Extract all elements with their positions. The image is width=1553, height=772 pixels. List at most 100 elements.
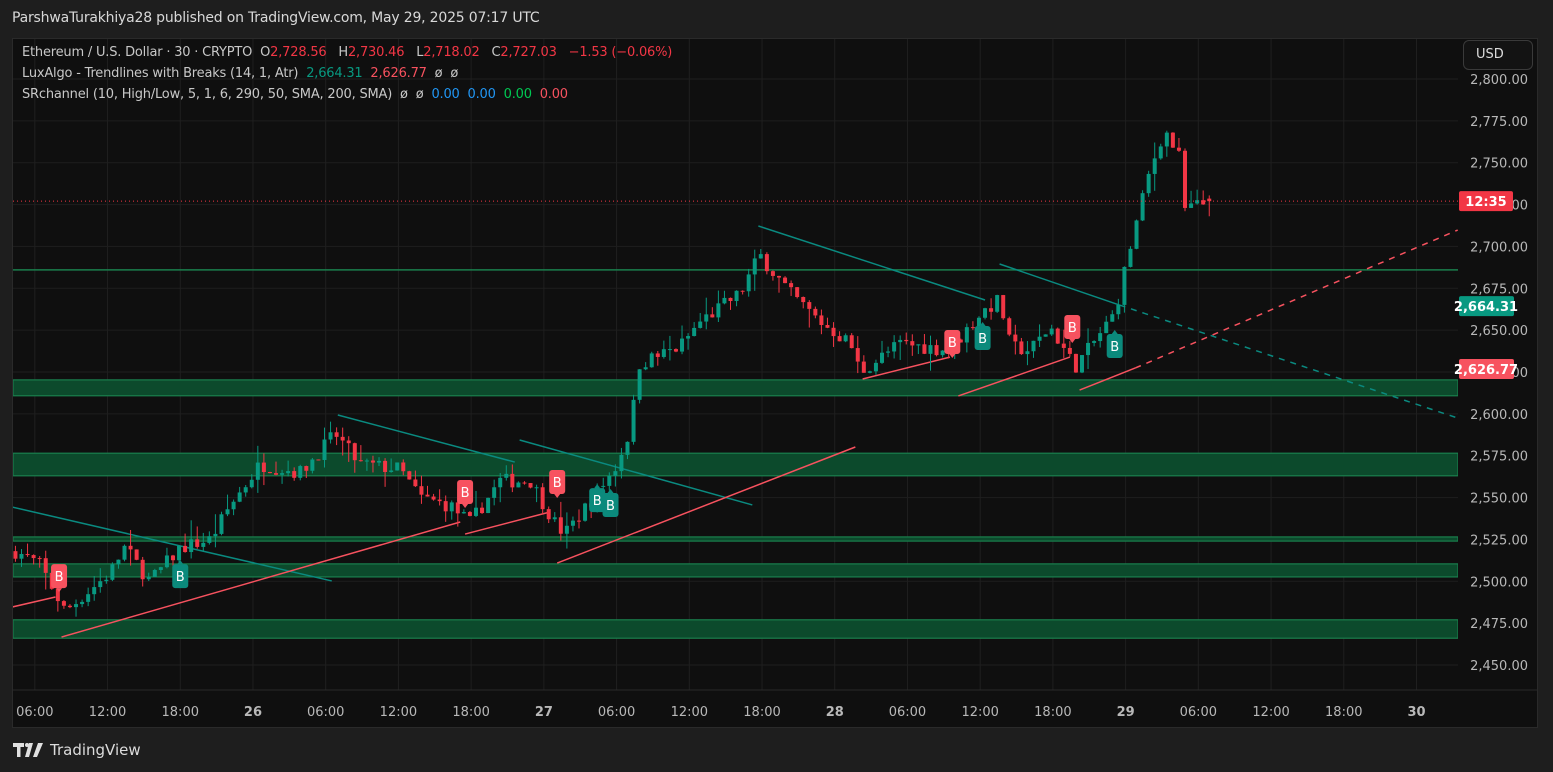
candle-up — [758, 254, 763, 259]
sr-zone — [13, 536, 1458, 542]
candle-up — [722, 297, 727, 304]
currency-button[interactable]: USD — [1463, 40, 1533, 70]
candlestick-chart[interactable]: B BBBB BB BBB 2,450.002,475.002,500.002,525… — [0, 0, 1553, 772]
candle-down — [837, 336, 842, 342]
candle-up — [298, 466, 303, 478]
candle-up — [1152, 158, 1157, 174]
candle-down — [801, 297, 806, 303]
candle-up — [213, 533, 218, 537]
candle-up — [983, 308, 988, 318]
candle-up — [98, 581, 103, 588]
candle-up — [1164, 132, 1169, 147]
candle-up — [1049, 328, 1054, 335]
candle-up — [449, 502, 454, 512]
candle-down — [358, 460, 363, 462]
candle-down — [274, 473, 279, 475]
candle-down — [67, 605, 72, 608]
candle-down — [789, 283, 794, 288]
time-axis[interactable]: 06:00 12:00 18:00 26 06:00 12:00 18:00 27 06:00 1… — [13, 689, 1538, 720]
candle-down — [770, 271, 775, 276]
candle-up — [498, 477, 503, 488]
candle-up — [843, 335, 848, 342]
candle-down — [528, 483, 533, 488]
candle-up — [80, 601, 85, 605]
candle-up — [1031, 340, 1036, 352]
indicator-value: 0.00 — [431, 87, 460, 102]
indicator-value: 0.00 — [539, 87, 568, 102]
candle-up — [255, 462, 260, 480]
price-tick-label: 2,650.00 — [1470, 324, 1528, 339]
candle-down — [1183, 150, 1188, 208]
symbol-legend[interactable]: Ethereum / U.S. Dollar · 30 · CRYPTO O2,… — [22, 45, 676, 60]
candle-down — [261, 462, 266, 473]
candle-down — [673, 349, 678, 352]
candle-up — [1037, 336, 1042, 341]
time-tick-label: 18:00 — [743, 705, 780, 720]
candle-down — [443, 501, 448, 512]
candle-up — [231, 501, 236, 510]
indicator-name: SRchannel (10, High/Low, 5, 1, 6, 290, 5… — [22, 87, 393, 102]
candle-down — [776, 275, 781, 278]
bearish-break-label: B — [51, 564, 68, 593]
candle-down — [43, 558, 48, 573]
candle-up — [395, 462, 400, 471]
indicator-legend-luxalgo[interactable]: LuxAlgo - Trendlines with Breaks (14, 1,… — [22, 66, 462, 81]
indicator-value: ø — [400, 87, 408, 102]
candle-down — [480, 507, 485, 514]
candle-down — [934, 345, 939, 356]
candle-up — [892, 342, 897, 352]
indicator-legend-srchannel[interactable]: SRchannel (10, High/Low, 5, 1, 6, 290, 5… — [22, 87, 572, 102]
candle-down — [431, 496, 436, 500]
price-axis[interactable]: 2,450.00 2,475.00 2,500.00 2,525.00 2,550.00… — [1454, 73, 1528, 674]
candle-down — [831, 327, 836, 337]
candle-down — [183, 545, 188, 553]
candle-down — [140, 559, 145, 580]
candle-up — [607, 475, 612, 486]
candle-down — [31, 555, 36, 559]
candle-up — [1104, 321, 1109, 334]
break-label-text: B — [978, 332, 987, 347]
candle-up — [886, 351, 891, 353]
indicator-name: LuxAlgo - Trendlines with Breaks (14, 1,… — [22, 66, 299, 81]
indicator-value: ø — [434, 66, 443, 81]
break-label-text: B — [1068, 321, 1077, 336]
candle-down — [1170, 132, 1175, 148]
break-label-text: B — [593, 494, 602, 509]
time-tick-label: 06:00 — [598, 705, 635, 720]
candle-down — [522, 482, 527, 484]
change-value: −1.53 (−0.06%) — [568, 45, 673, 60]
high-label: H — [338, 45, 348, 60]
candle-down — [558, 517, 563, 534]
candle-up — [110, 564, 115, 580]
sr-zone — [13, 563, 1458, 578]
candle-down — [195, 539, 200, 547]
time-tick-label: 06:00 — [307, 705, 344, 720]
time-tick-label: 12:00 — [89, 705, 126, 720]
bullish-break-label: B — [172, 560, 189, 589]
break-label-text: B — [606, 499, 615, 514]
candle-up — [716, 303, 721, 318]
candle-down — [710, 314, 715, 318]
candle-down — [316, 459, 321, 461]
candle-down — [764, 254, 769, 272]
price-tick-label: 2,575.00 — [1470, 450, 1528, 465]
candle-down — [467, 512, 472, 516]
candle-down — [910, 341, 915, 346]
brand-name: TradingView — [50, 741, 141, 759]
candle-up — [564, 525, 569, 534]
open-label: O — [260, 45, 271, 60]
indicator-value: 0.00 — [467, 87, 496, 102]
candle-up — [613, 471, 618, 476]
candle-down — [577, 520, 582, 522]
time-tick-label: 18:00 — [452, 705, 489, 720]
candle-up — [492, 487, 497, 498]
candle-up — [74, 604, 79, 608]
price-tick-label: 2,525.00 — [1470, 533, 1528, 548]
tradingview-footer[interactable]: TradingView — [13, 741, 141, 759]
candle-down — [292, 471, 297, 478]
candle-down — [370, 460, 375, 463]
candle-down — [813, 308, 818, 316]
candle-up — [898, 339, 903, 343]
time-tick-label: 12:00 — [961, 705, 998, 720]
time-tick-label: 18:00 — [1034, 705, 1071, 720]
